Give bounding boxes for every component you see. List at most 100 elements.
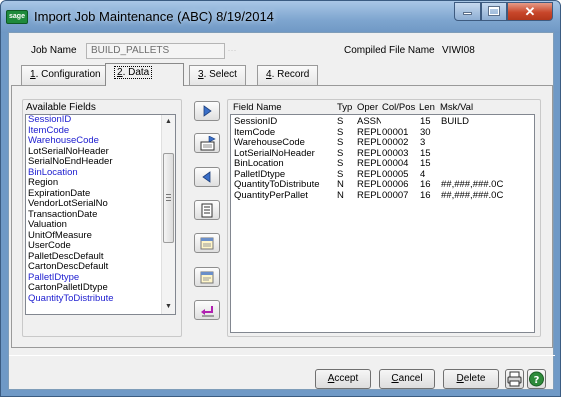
table-cell: 4 bbox=[420, 169, 426, 180]
window-title: Import Job Maintenance (ABC) 8/19/2014 bbox=[34, 9, 274, 24]
edit-field-button[interactable] bbox=[194, 233, 220, 253]
job-name-label: Job Name bbox=[31, 45, 77, 56]
maximize-icon bbox=[488, 6, 500, 16]
available-field-item[interactable]: WarehouseCode bbox=[26, 135, 175, 147]
dialog-body: Job Name BUILD_PALLETS ⋯ Compiled File N… bbox=[8, 32, 555, 390]
table-cell: 15 bbox=[420, 148, 431, 159]
table-cell: 16 bbox=[420, 190, 431, 201]
move-left-button[interactable] bbox=[194, 167, 220, 187]
tab-record[interactable]: 4. Record bbox=[257, 65, 319, 85]
sage-logo: sage bbox=[6, 10, 28, 24]
tab-select[interactable]: 3. Select bbox=[189, 65, 246, 85]
print-button[interactable] bbox=[505, 369, 524, 389]
table-cell: ASSN bbox=[357, 117, 381, 127]
available-fields-list[interactable]: SessionID ItemCode WarehouseCode LotSerialN… bbox=[25, 114, 176, 315]
available-field-item[interactable]: Valuation bbox=[26, 219, 175, 231]
footer-separator bbox=[9, 355, 555, 356]
table-cell: SessionID bbox=[234, 117, 278, 127]
table-cell: S bbox=[337, 148, 344, 159]
available-field-item[interactable]: CartonPalletIDtype bbox=[26, 282, 175, 294]
scroll-thumb[interactable] bbox=[163, 153, 174, 243]
scroll-down-icon[interactable]: ▼ bbox=[162, 300, 175, 314]
table-cell: LotSerialNoHeader bbox=[234, 148, 315, 159]
table-cell: QuantityPerPallet bbox=[234, 190, 308, 201]
compiled-file-value: VIWI08 bbox=[442, 45, 475, 56]
table-row[interactable]: LotSerialNoHeader S REPL 00003 15 bbox=[231, 149, 534, 160]
available-fields-scrollbar[interactable]: ▲ ▼ bbox=[161, 115, 175, 314]
table-cell: REPL bbox=[357, 169, 381, 180]
table-cell: S bbox=[337, 138, 344, 148]
table-row[interactable]: SessionID S ASSN 15 BUILD bbox=[231, 117, 534, 128]
col-field-name: Field Name bbox=[233, 102, 282, 113]
available-field-item[interactable]: SessionID bbox=[26, 114, 175, 126]
available-field-item[interactable]: SerialNoEndHeader bbox=[26, 156, 175, 168]
available-fields-label: Available Fields bbox=[26, 102, 96, 113]
table-cell: S bbox=[337, 117, 344, 127]
available-field-item[interactable]: Region bbox=[26, 177, 175, 189]
table-cell: 00001 bbox=[382, 127, 409, 138]
table-row[interactable]: ItemCode S REPL 00001 30 bbox=[231, 128, 534, 139]
lookup-icon: ⋯ bbox=[227, 45, 237, 55]
table-cell: ItemCode bbox=[234, 127, 276, 138]
field-properties-button[interactable] bbox=[194, 267, 220, 287]
maximize-button[interactable] bbox=[481, 2, 507, 21]
table-cell: 00005 bbox=[382, 169, 409, 180]
available-field-item[interactable]: VendorLotSerialNo bbox=[26, 198, 175, 210]
col-len: Len bbox=[419, 102, 435, 113]
table-cell: REPL bbox=[357, 138, 381, 148]
col-colpos: Col/Pos bbox=[382, 102, 416, 113]
selected-fields-group: Field Name Typ Oper Col/Pos Len Msk/Val … bbox=[227, 99, 541, 337]
close-icon: ✕ bbox=[524, 4, 536, 19]
table-row[interactable]: QuantityToDistribute N REPL 00006 16 ##,###,#… bbox=[231, 180, 534, 191]
available-field-item[interactable]: UserCode bbox=[26, 240, 175, 252]
minimize-icon bbox=[463, 12, 472, 15]
table-cell: 00007 bbox=[382, 190, 409, 201]
tab-strip: 1. Configuration 2. Data 3. Select 4. Re… bbox=[11, 63, 553, 86]
tab-configuration[interactable]: 1. Configuration bbox=[21, 65, 110, 85]
table-cell: 15 bbox=[420, 117, 431, 127]
edit-field-icon bbox=[200, 237, 214, 250]
table-cell: S bbox=[337, 127, 344, 138]
table-cell: ##,###,###.0C bbox=[441, 190, 504, 201]
table-row[interactable]: WarehouseCode S REPL 00002 3 bbox=[231, 138, 534, 149]
table-cell: BinLocation bbox=[234, 159, 284, 169]
table-cell: REPL bbox=[357, 180, 381, 190]
data-tab-panel: Available Fields SessionID ItemCode Wareho… bbox=[11, 85, 553, 348]
job-name-field[interactable]: BUILD_PALLETS bbox=[86, 43, 225, 59]
title-bar[interactable]: sage Import Job Maintenance (ABC) 8/19/2… bbox=[1, 1, 560, 33]
undo-return-button[interactable] bbox=[194, 300, 220, 320]
accept-button[interactable]: Accept bbox=[315, 369, 371, 389]
tab-data[interactable]: 2. Data bbox=[105, 63, 184, 86]
field-list-button[interactable] bbox=[194, 200, 220, 220]
table-row[interactable]: QuantityPerPallet N REPL 00007 16 ##,###,###.… bbox=[231, 191, 534, 202]
table-cell: 00002 bbox=[382, 138, 409, 148]
table-row[interactable]: BinLocation S REPL 00004 15 bbox=[231, 159, 534, 170]
scroll-up-icon[interactable]: ▲ bbox=[162, 115, 175, 129]
selected-fields-grid[interactable]: SessionID S ASSN 15 BUILD ItemCode S REPL 00001 3… bbox=[230, 114, 535, 333]
help-button[interactable]: ? bbox=[527, 369, 546, 389]
table-cell: REPL bbox=[357, 159, 381, 169]
printer-icon bbox=[507, 371, 522, 387]
table-row[interactable]: PalletIDtype S REPL 00005 4 bbox=[231, 170, 534, 181]
table-cell: N bbox=[337, 180, 344, 190]
cancel-button[interactable]: Cancel bbox=[379, 369, 435, 389]
table-cell: S bbox=[337, 169, 344, 180]
table-cell: REPL bbox=[357, 148, 381, 159]
table-cell: 00006 bbox=[382, 180, 409, 190]
table-cell: 00004 bbox=[382, 159, 409, 169]
col-oper: Oper bbox=[357, 102, 379, 113]
field-properties-icon bbox=[200, 271, 214, 284]
available-field-item[interactable]: QuantityToDistribute bbox=[26, 293, 175, 305]
delete-button[interactable]: Delete bbox=[443, 369, 499, 389]
move-left-icon bbox=[202, 171, 211, 183]
col-mskval: Msk/Val bbox=[440, 102, 474, 113]
table-cell: REPL bbox=[357, 190, 381, 201]
field-list-icon bbox=[201, 203, 213, 218]
available-field-item[interactable]: CartonDescDefault bbox=[26, 261, 175, 273]
move-right-button[interactable] bbox=[194, 101, 220, 121]
table-cell: N bbox=[337, 190, 344, 201]
insert-field-button[interactable] bbox=[194, 133, 220, 153]
table-cell: 3 bbox=[420, 138, 426, 148]
close-button[interactable]: ✕ bbox=[507, 2, 553, 21]
minimize-button[interactable] bbox=[454, 2, 481, 21]
